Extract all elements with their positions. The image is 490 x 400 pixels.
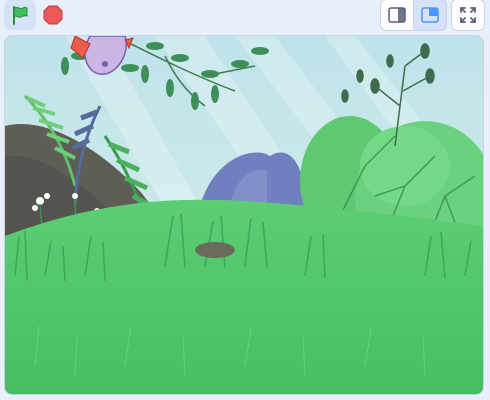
green-flag-button[interactable]: [4, 0, 36, 30]
full-screen-icon: [460, 7, 476, 23]
full-screen-button[interactable]: [451, 0, 485, 31]
stop-button[interactable]: [37, 0, 69, 30]
forest-backdrop: [5, 36, 483, 394]
small-stage-button[interactable]: [380, 0, 414, 31]
stop-sign-icon: [43, 5, 63, 25]
normal-stage-icon: [421, 7, 439, 23]
normal-stage-button[interactable]: [413, 0, 447, 31]
stage-canvas[interactable]: [4, 35, 484, 395]
small-stone: [195, 242, 235, 258]
stage-toolbar: [0, 0, 490, 34]
small-stage-icon: [388, 7, 406, 23]
green-flag-icon: [13, 6, 28, 25]
